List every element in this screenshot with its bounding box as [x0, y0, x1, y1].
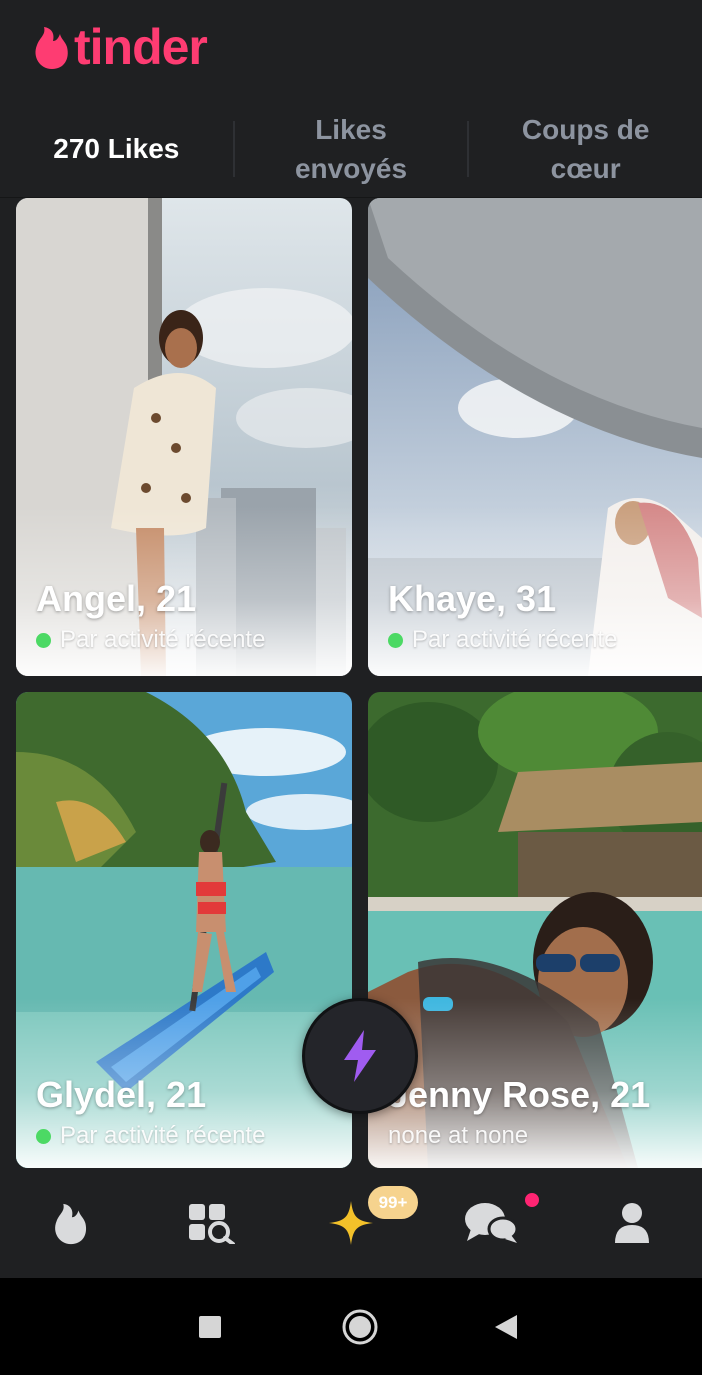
- boost-button[interactable]: [302, 998, 418, 1114]
- new-message-dot: [523, 1191, 541, 1209]
- tab-likes-sent-label: Likes envoyés: [294, 113, 408, 184]
- flame-logo-icon: [35, 27, 68, 69]
- home-icon: [342, 1309, 378, 1344]
- system-navigation-bar: [0, 1278, 702, 1375]
- activity-text: Par activité récente: [412, 626, 618, 653]
- back-icon: [495, 1314, 517, 1339]
- messages-icon: [465, 1203, 519, 1243]
- tab-top-picks-label: Coups de cœur: [521, 113, 650, 184]
- nav-messages[interactable]: [421, 1168, 561, 1278]
- lightning-icon: [344, 1030, 376, 1082]
- likes-tabs: 270 Likes Likes envoyés Coups de cœur: [0, 100, 702, 198]
- likes-count-badge: 99+: [368, 1186, 418, 1219]
- back-button[interactable]: [466, 1278, 546, 1375]
- activity-text: Par activité récente: [60, 1122, 266, 1149]
- activity-text: Par activité récente: [60, 626, 266, 653]
- tab-likes[interactable]: 270 Likes: [0, 100, 233, 197]
- tab-top-picks[interactable]: Coups de cœur: [469, 100, 702, 197]
- home-button[interactable]: [320, 1278, 400, 1375]
- nav-swipe[interactable]: [0, 1168, 140, 1278]
- flame-icon: [55, 1203, 87, 1245]
- nav-explore[interactable]: [140, 1168, 280, 1278]
- profile-activity: Par activité récente: [388, 626, 617, 654]
- tab-likes-sent[interactable]: Likes envoyés: [235, 100, 468, 197]
- nav-profile[interactable]: [562, 1168, 702, 1278]
- profile-name: Khaye, 31: [388, 578, 557, 619]
- profile-activity: Par activité récente: [36, 1122, 265, 1150]
- recents-icon: [199, 1315, 221, 1338]
- profile-card[interactable]: Angel, 21 Par activité récente: [16, 198, 352, 676]
- profile-name: Jenny Rose, 21: [388, 1074, 651, 1115]
- profile-activity: none at none: [388, 1122, 528, 1150]
- tinder-logo[interactable]: tinder: [32, 19, 208, 75]
- bottom-nav: [0, 1168, 702, 1278]
- profile-card[interactable]: Khaye, 31 Par activité récente: [368, 198, 702, 676]
- profile-card[interactable]: Jenny Rose, 21 none at none: [368, 692, 702, 1168]
- online-dot-icon: [36, 632, 51, 648]
- nav-likes[interactable]: [281, 1168, 421, 1278]
- logo-text: tinder: [74, 19, 208, 75]
- explore-icon: [188, 1204, 235, 1244]
- recents-button[interactable]: [170, 1278, 250, 1375]
- app-header: tinder: [0, 0, 702, 100]
- profile-name: Glydel, 21: [36, 1074, 207, 1115]
- online-dot-icon: [36, 1128, 51, 1144]
- profile-card[interactable]: Glydel, 21 Par activité récente: [16, 692, 352, 1168]
- activity-text: none at none: [388, 1122, 529, 1149]
- profile-activity: Par activité récente: [36, 626, 265, 654]
- profile-name: Angel, 21: [36, 578, 197, 619]
- profile-icon: [614, 1203, 649, 1243]
- online-dot-icon: [388, 632, 403, 648]
